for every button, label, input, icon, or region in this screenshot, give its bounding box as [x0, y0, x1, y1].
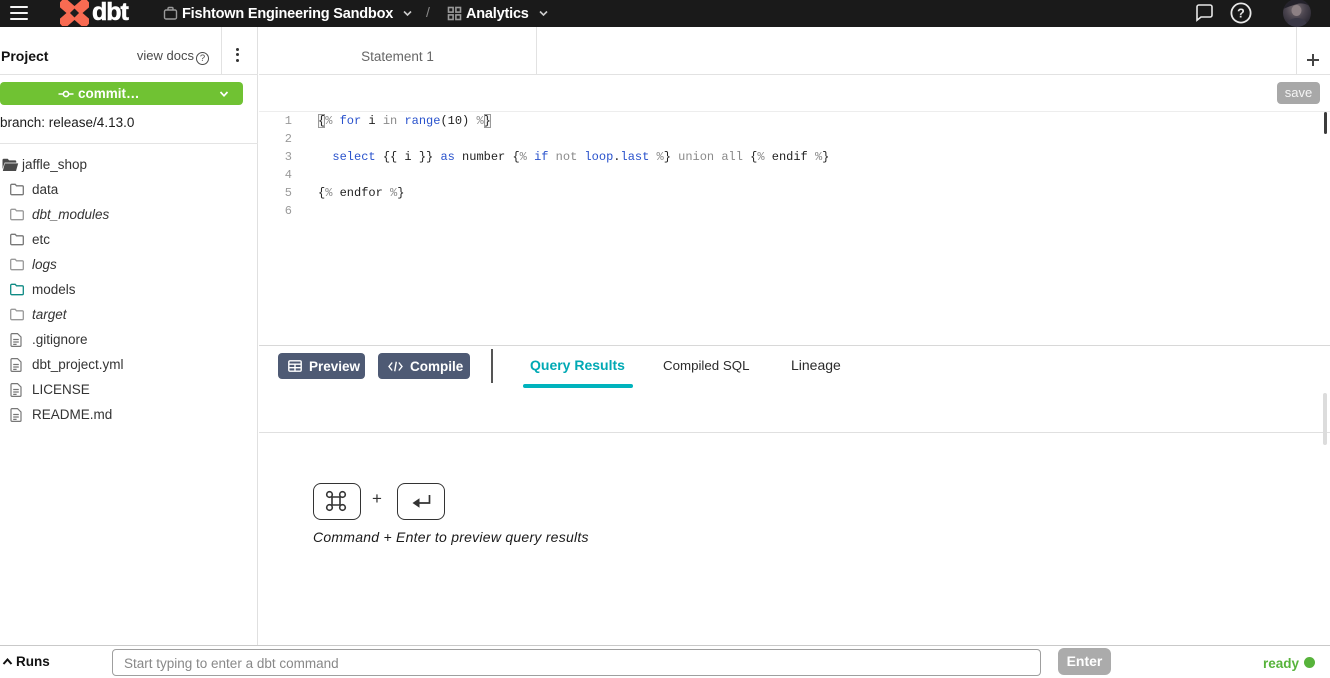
svg-text:?: ?: [1237, 7, 1245, 21]
